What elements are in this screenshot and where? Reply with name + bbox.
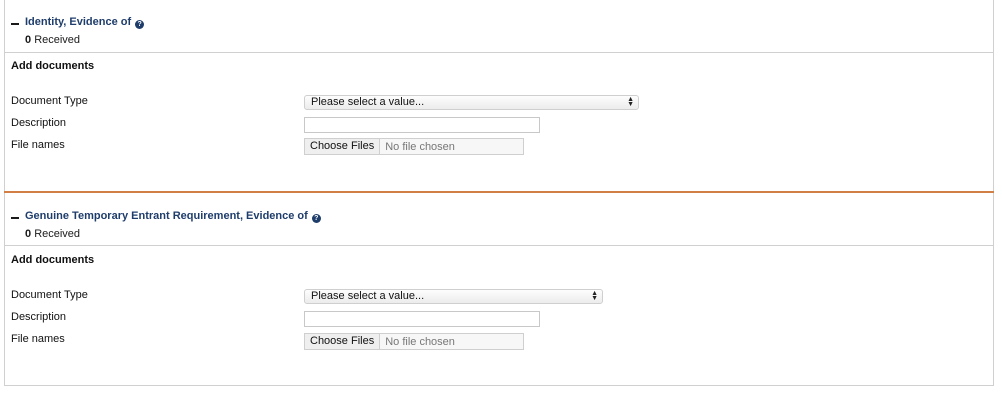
file-input[interactable]: Choose Files No file chosen — [304, 333, 524, 350]
section-title-link[interactable]: Genuine Temporary Entrant Requirement, E… — [25, 210, 321, 223]
evidence-upload-page: Identity, Evidence of? 0 Received Add do… — [0, 0, 1002, 419]
section-gte-evidence: Genuine Temporary Entrant Requirement, E… — [4, 193, 994, 386]
document-type-select[interactable]: Please select a value... ▲ ▼ — [304, 95, 639, 110]
received-number: 0 — [25, 228, 32, 240]
document-type-selected: Please select a value... — [311, 290, 425, 302]
section-title-link[interactable]: Identity, Evidence of? — [25, 16, 145, 29]
received-count: 0 Received — [25, 34, 80, 46]
help-icon[interactable]: ? — [311, 214, 321, 223]
received-label: Received — [34, 34, 81, 46]
file-names-label: File names — [11, 333, 65, 345]
add-documents-heading: Add documents — [11, 60, 95, 72]
section-header: Identity, Evidence of? 0 Received — [5, 0, 993, 53]
received-label: Received — [34, 228, 81, 240]
section-title-text: Identity, Evidence of — [25, 16, 132, 28]
help-icon[interactable]: ? — [135, 20, 145, 29]
collapse-icon[interactable] — [11, 217, 19, 219]
document-type-label: Document Type — [11, 289, 88, 301]
received-count: 0 Received — [25, 228, 80, 240]
choose-files-button[interactable]: Choose Files — [305, 139, 381, 154]
add-documents-heading: Add documents — [11, 254, 95, 266]
document-type-selected: Please select a value... — [311, 96, 425, 108]
description-label: Description — [11, 117, 67, 129]
collapse-icon[interactable] — [11, 23, 19, 25]
file-names-label: File names — [11, 139, 65, 151]
up-down-arrows-icon: ▲ ▼ — [591, 290, 598, 302]
section-identity-evidence: Identity, Evidence of? 0 Received Add do… — [4, 0, 994, 192]
description-label: Description — [11, 311, 67, 323]
choose-files-button[interactable]: Choose Files — [305, 334, 381, 349]
file-status-text: No file chosen — [385, 140, 455, 153]
file-status-text: No file chosen — [385, 335, 455, 348]
section-title-text: Genuine Temporary Entrant Requirement, E… — [25, 210, 308, 222]
up-down-arrows-icon: ▲ ▼ — [627, 96, 634, 108]
received-number: 0 — [25, 34, 32, 46]
section-header: Genuine Temporary Entrant Requirement, E… — [5, 193, 993, 246]
document-type-label: Document Type — [11, 95, 88, 107]
file-input[interactable]: Choose Files No file chosen — [304, 138, 524, 155]
description-input[interactable] — [304, 311, 540, 327]
document-type-select[interactable]: Please select a value... ▲ ▼ — [304, 289, 603, 304]
description-input[interactable] — [304, 117, 540, 133]
